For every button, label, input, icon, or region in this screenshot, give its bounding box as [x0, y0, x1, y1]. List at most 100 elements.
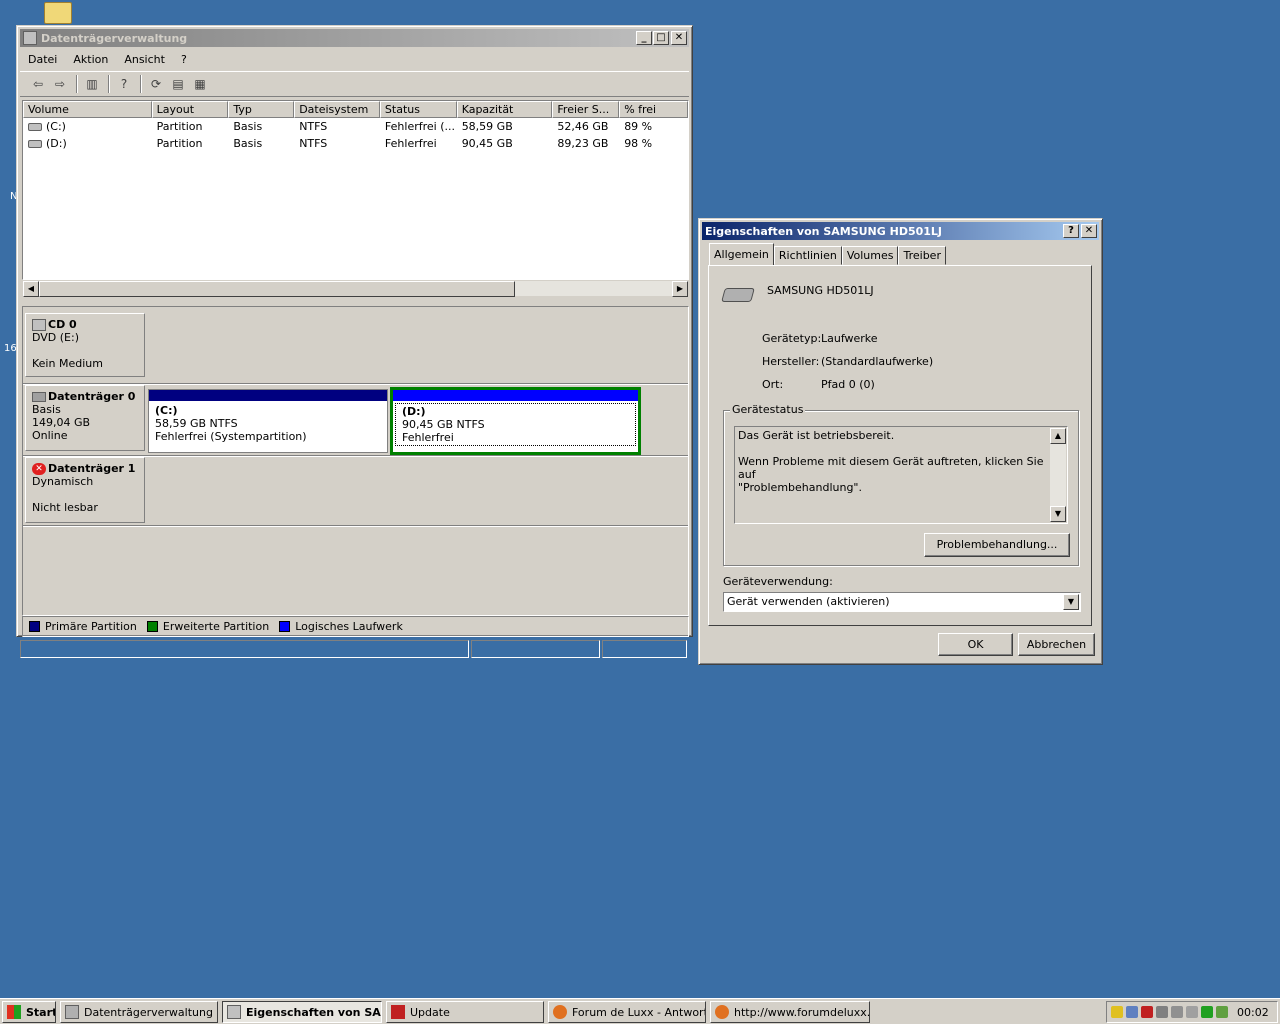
start-button[interactable]: Start	[2, 1001, 56, 1023]
column-header-layout[interactable]: Layout	[151, 101, 229, 118]
disk-label-disk1[interactable]: ✕ Datenträger 1 Dynamisch Nicht lesbar	[25, 457, 145, 523]
column-header-prozent-frei[interactable]: % frei	[619, 101, 688, 118]
taskbar-button-disk-management[interactable]: Datenträgerverwaltung	[60, 1001, 218, 1023]
hard-disk-icon	[721, 288, 755, 302]
properties-dialog: Eigenschaften von SAMSUNG HD501LJ ? ✕ Al…	[698, 218, 1103, 665]
scroll-thumb[interactable]	[39, 281, 515, 297]
column-header-freier-speicher[interactable]: Freier S...	[552, 101, 620, 118]
prop-label: Ort:	[762, 378, 784, 391]
volume-icon[interactable]	[1186, 1006, 1198, 1018]
network-icon[interactable]	[1156, 1006, 1168, 1018]
tab-allgemein[interactable]: Allgemein	[709, 243, 774, 265]
column-header-status[interactable]: Status	[379, 101, 457, 118]
green-gear-icon[interactable]	[1201, 1006, 1213, 1018]
show-hide-tree-icon[interactable]: ▥	[82, 75, 102, 93]
network-disconnected-icon[interactable]	[1126, 1006, 1138, 1018]
vertical-scrollbar[interactable]: ▲ ▼	[1050, 428, 1066, 522]
menu-help[interactable]: ?	[173, 53, 195, 66]
tab-richtlinien[interactable]: Richtlinien	[773, 246, 842, 265]
window-titlebar[interactable]: Datenträgerverwaltung _ □ ✕	[20, 29, 689, 47]
app-icon	[23, 31, 37, 45]
cancel-button[interactable]: Abbrechen	[1018, 633, 1095, 656]
refresh-icon[interactable]: ⟳	[146, 75, 166, 93]
column-header-kapazitaet[interactable]: Kapazität	[456, 101, 553, 118]
menu-ansicht[interactable]: Ansicht	[116, 53, 173, 66]
close-button[interactable]: ✕	[671, 31, 687, 45]
disk-status: Nicht lesbar	[32, 501, 98, 514]
disk-info	[32, 344, 138, 357]
disk-graphical-view: CD 0 DVD (E:) Kein Medium Datenträger 0 …	[22, 306, 689, 616]
status-textbox[interactable]: Das Gerät ist betriebsbereit. Wenn Probl…	[734, 426, 1068, 524]
scroll-left-button[interactable]: ◀	[23, 281, 39, 297]
kaspersky-icon[interactable]	[1141, 1006, 1153, 1018]
drive-icon	[28, 123, 42, 131]
partition-d[interactable]: (D:) 90,45 GB NTFS Fehlerfrei	[390, 387, 641, 455]
properties-icon[interactable]: ▤	[168, 75, 188, 93]
status-text: Das Gerät ist betriebsbereit.	[738, 429, 895, 442]
taskbar-button-browser[interactable]: http://www.forumdeluxx....	[710, 1001, 870, 1023]
troubleshoot-button[interactable]: Problembehandlung...	[924, 533, 1070, 557]
forward-arrow-icon[interactable]: ⇨	[50, 75, 70, 93]
ok-button[interactable]: OK	[938, 633, 1013, 656]
taskbar-button-update[interactable]: Update	[386, 1001, 544, 1023]
tab-volumes[interactable]: Volumes	[841, 246, 899, 265]
nvidia-icon[interactable]	[1216, 1006, 1228, 1018]
menu-aktion[interactable]: Aktion	[65, 53, 116, 66]
toolbar-separator	[140, 75, 142, 93]
table-row[interactable]: (C:) Partition Basis NTFS Fehlerfrei (..…	[23, 118, 688, 135]
taskbar-button-forum[interactable]: Forum de Luxx - Antwort...	[548, 1001, 706, 1023]
cell-dateisystem: NTFS	[299, 137, 328, 150]
disk-info: DVD (E:)	[32, 331, 80, 344]
cell-status: Fehlerfrei (...	[384, 120, 455, 133]
column-header-typ[interactable]: Typ	[228, 101, 295, 118]
column-header-volume[interactable]: Volume	[23, 101, 152, 118]
partition-c[interactable]: (C:) 58,59 GB NTFS Fehlerfrei (Systempar…	[148, 389, 388, 453]
prop-value: Pfad 0 (0)	[821, 378, 875, 391]
disk-info: Basis	[32, 403, 61, 416]
security-shield-icon[interactable]	[1111, 1006, 1123, 1018]
partition-name: (C:)	[155, 404, 178, 417]
scroll-down-button[interactable]: ▼	[1050, 506, 1066, 522]
legend: Primäre Partition Erweiterte Partition L…	[22, 616, 689, 637]
back-arrow-icon[interactable]: ⇦	[28, 75, 48, 93]
status-bar	[20, 640, 689, 658]
disk-label-cd0[interactable]: CD 0 DVD (E:) Kein Medium	[25, 313, 145, 377]
status-pane	[602, 640, 687, 658]
settings-icon[interactable]: ▦	[190, 75, 210, 93]
toolbar-separator	[108, 75, 110, 93]
cell-volume: (D:)	[23, 135, 152, 152]
desktop-folder-icon[interactable]	[44, 2, 72, 24]
dialog-titlebar[interactable]: Eigenschaften von SAMSUNG HD501LJ ? ✕	[702, 222, 1099, 240]
column-header-dateisystem[interactable]: Dateisystem	[294, 101, 380, 118]
help-icon[interactable]: ?	[114, 75, 134, 93]
chevron-down-icon[interactable]: ▼	[1063, 594, 1079, 610]
horizontal-scrollbar[interactable]: ◀ ▶	[22, 280, 689, 297]
cell-prozent-frei: 98 %	[624, 137, 653, 150]
maximize-button[interactable]: □	[653, 31, 669, 45]
help-button[interactable]: ?	[1063, 224, 1079, 238]
drive-icon	[28, 140, 42, 148]
menu-datei[interactable]: Datei	[20, 53, 65, 66]
minimize-button[interactable]: _	[636, 31, 652, 45]
usage-select[interactable]: Gerät verwenden (aktivieren) ▼	[723, 592, 1081, 612]
clock[interactable]: 00:02	[1237, 1006, 1269, 1019]
volume-list: Volume Layout Typ Dateisystem Status Kap…	[22, 100, 689, 280]
cell-dateisystem: NTFS	[299, 120, 328, 133]
firefox-icon	[715, 1005, 729, 1019]
usage-selected-value: Gerät verwenden (aktivieren)	[727, 595, 890, 608]
scroll-right-button[interactable]: ▶	[672, 281, 688, 297]
cell-volume: (C:)	[23, 118, 152, 135]
tab-treiber[interactable]: Treiber	[898, 246, 946, 265]
toolbar-separator	[76, 75, 78, 93]
disk-status: Kein Medium	[32, 357, 103, 370]
close-button[interactable]: ✕	[1081, 224, 1097, 238]
cell-typ: Basis	[233, 120, 263, 133]
settings-icon[interactable]	[1171, 1006, 1183, 1018]
scroll-up-button[interactable]: ▲	[1050, 428, 1066, 444]
taskbar-button-properties[interactable]: Eigenschaften von SA...	[222, 1001, 382, 1023]
divider	[23, 525, 688, 527]
partition-status: Fehlerfrei (Systempartition)	[155, 430, 307, 443]
partition-size: 58,59 GB NTFS	[155, 417, 238, 430]
disk-label-disk0[interactable]: Datenträger 0 Basis 149,04 GB Online	[25, 385, 145, 451]
table-row[interactable]: (D:) Partition Basis NTFS Fehlerfrei 90,…	[23, 135, 688, 152]
